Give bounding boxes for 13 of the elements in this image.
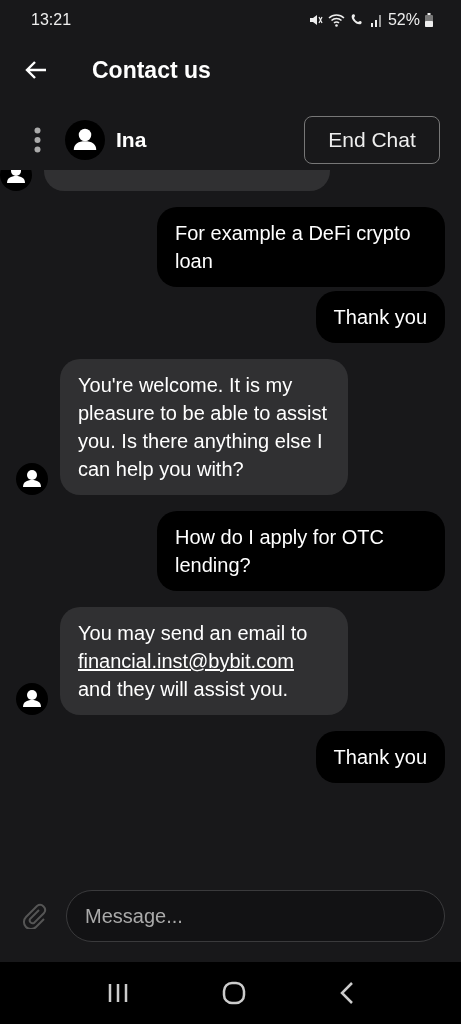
page-title: Contact us — [92, 56, 211, 84]
message-field[interactable]: Message... — [66, 890, 445, 942]
message-bubble: Thank you — [315, 731, 445, 783]
battery-percentage: 52% — [387, 11, 420, 29]
message-bubble: You may send an email to financial.inst@bybit.com and they will assist you. — [60, 607, 348, 715]
message-bubble: How do I apply for OTC lending? — [157, 511, 445, 591]
message-bubble: For example a DeFi crypto loan — [157, 207, 445, 287]
message-bubble: You're welcome. It is my pleasure to be able to assist you. Is there anything else I can help you with? — [60, 359, 348, 495]
end-chat-button[interactable]: End Chat — [304, 116, 440, 164]
message-bubble: Thank you — [315, 291, 445, 343]
email-link[interactable]: financial.inst@bybit.com — [78, 650, 294, 672]
agent-name: Ina — [116, 128, 148, 152]
clock: 13:21 — [31, 11, 72, 29]
